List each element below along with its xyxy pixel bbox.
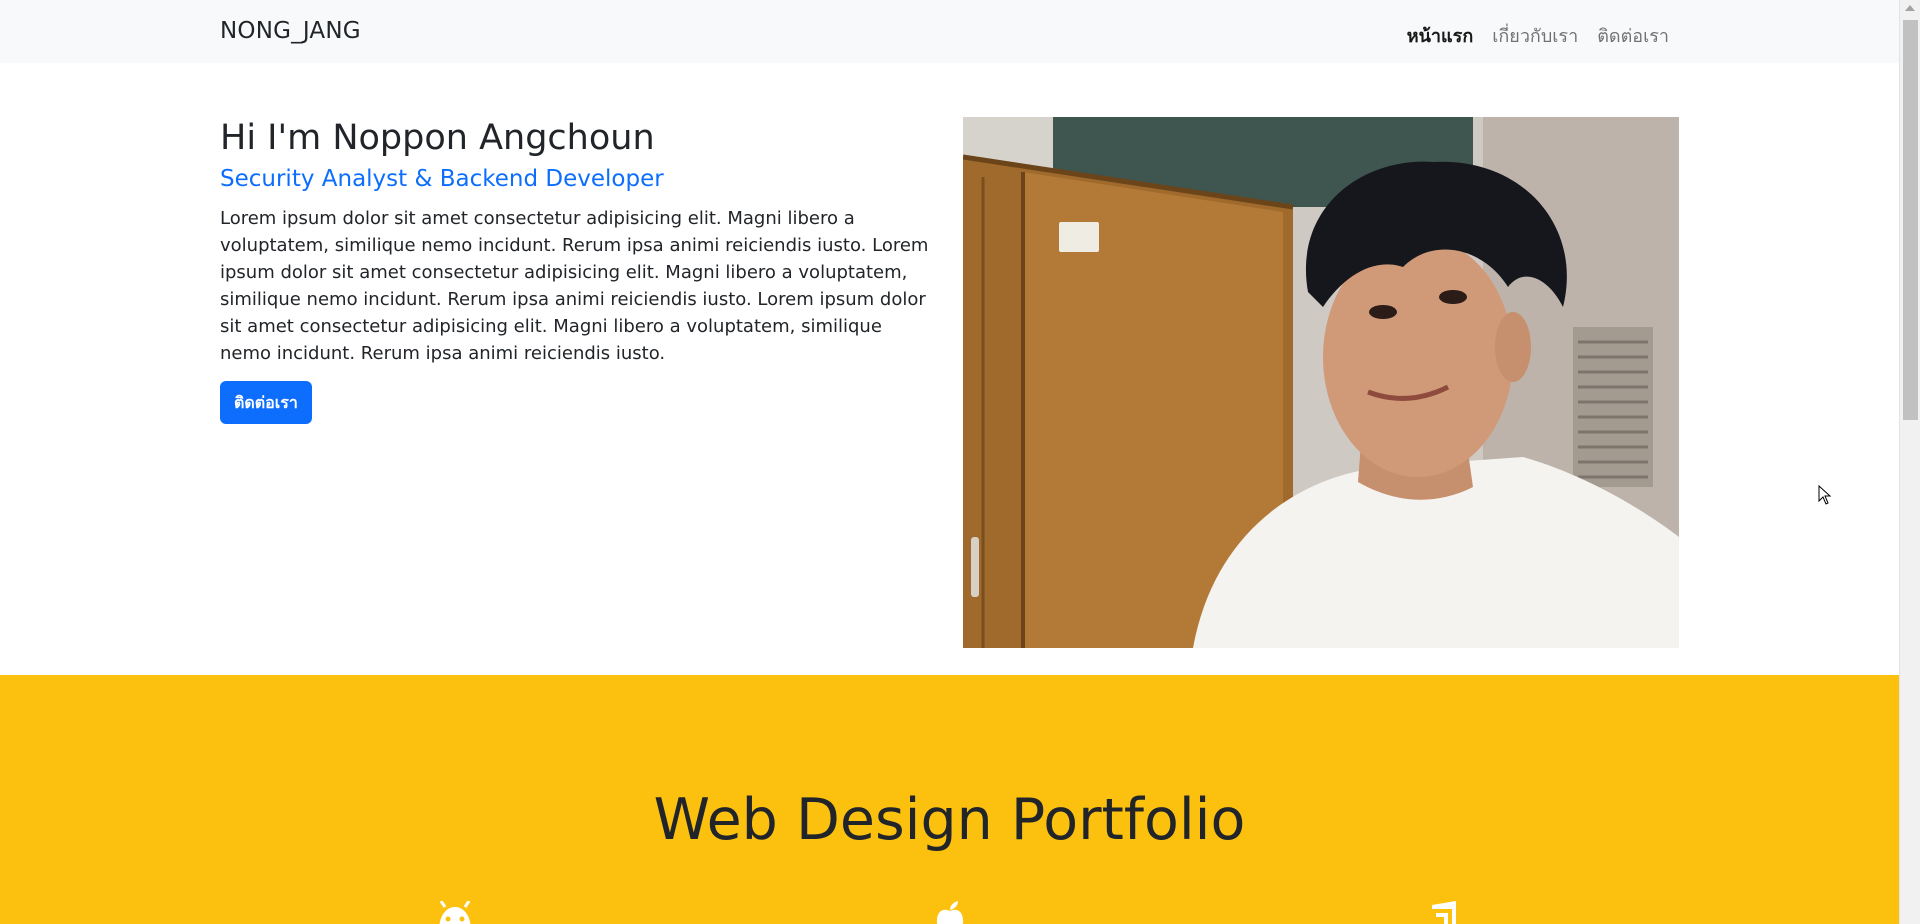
scroll-up-arrow-icon[interactable] bbox=[1905, 5, 1915, 11]
profile-photo-illustration bbox=[963, 117, 1679, 648]
navbar: NONG_JANG หน้าแรก เกี่ยวกับเรา ติดต่อเรา bbox=[0, 0, 1899, 63]
vertical-scrollbar[interactable] bbox=[1899, 0, 1920, 924]
scrollbar-thumb[interactable] bbox=[1903, 20, 1918, 420]
hero-text: Hi I'm Noppon Angchoun Security Analyst … bbox=[220, 117, 932, 424]
hero-section: Hi I'm Noppon Angchoun Security Analyst … bbox=[0, 63, 1899, 675]
windows-icon bbox=[1428, 901, 1460, 924]
nav-links: หน้าแรก เกี่ยวกับเรา ติดต่อเรา bbox=[1407, 21, 1669, 50]
nav-link-about[interactable]: เกี่ยวกับเรา bbox=[1492, 21, 1578, 50]
apple-icon bbox=[934, 901, 966, 924]
nav-link-home[interactable]: หน้าแรก bbox=[1407, 21, 1473, 50]
hero-subtitle: Security Analyst & Backend Developer bbox=[220, 166, 664, 192]
hero-title: Hi I'm Noppon Angchoun bbox=[220, 118, 655, 158]
mouse-cursor-icon bbox=[1818, 484, 1832, 509]
portfolio-title: Web Design Portfolio bbox=[653, 787, 1246, 853]
android-icon bbox=[436, 900, 474, 924]
nav-link-contact[interactable]: ติดต่อเรา bbox=[1597, 21, 1669, 50]
page: NONG_JANG หน้าแรก เกี่ยวกับเรา ติดต่อเรา… bbox=[0, 0, 1899, 924]
profile-photo bbox=[963, 117, 1679, 648]
hero-description: Lorem ipsum dolor sit amet consectetur a… bbox=[220, 207, 929, 364]
contact-button[interactable]: ติดต่อเรา bbox=[220, 380, 312, 424]
portfolio-section: Web Design Portfolio bbox=[0, 675, 1899, 924]
brand-logo[interactable]: NONG_JANG bbox=[220, 18, 361, 44]
